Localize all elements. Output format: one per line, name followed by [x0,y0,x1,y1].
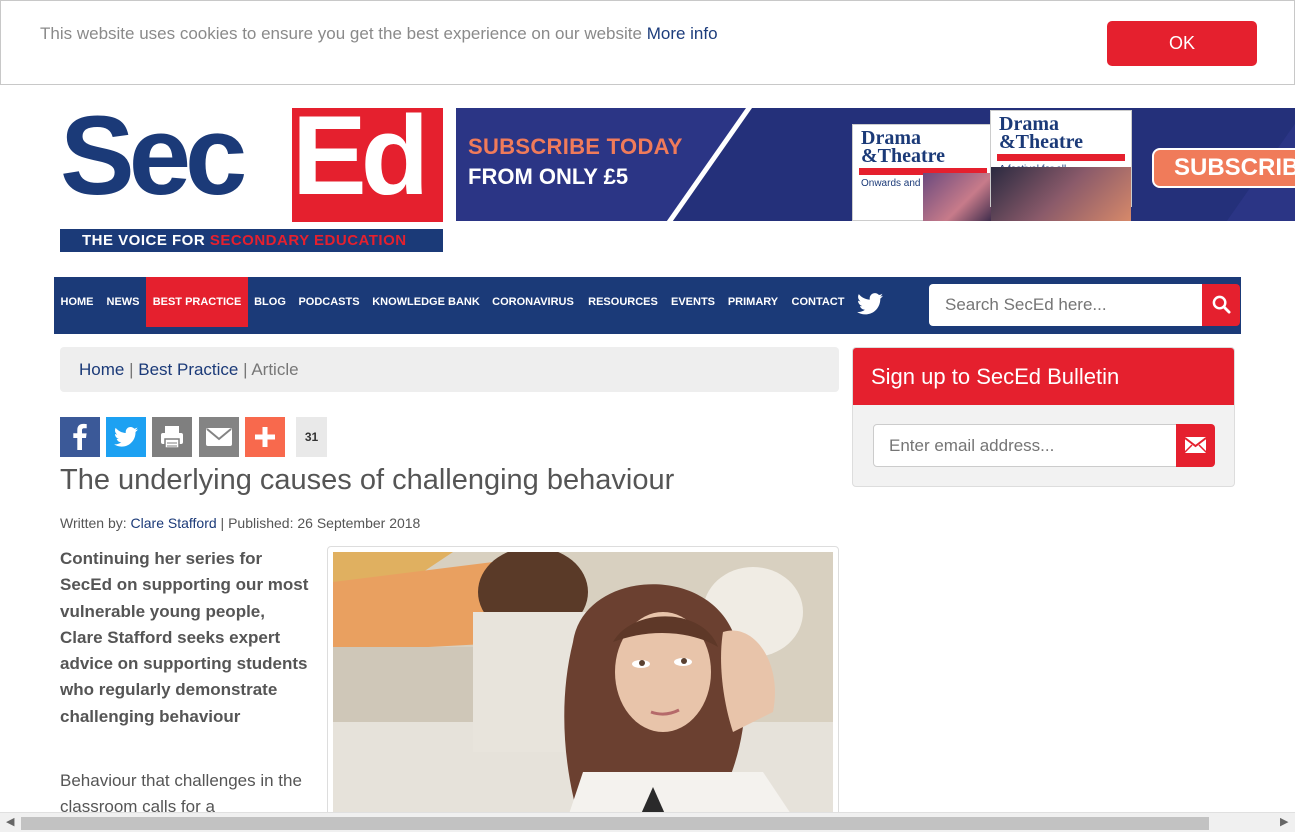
banner-headline: SUBSCRIBE TODAY [468,134,683,159]
breadcrumb-separator: | [238,360,252,379]
author-link[interactable]: Clare Stafford [131,515,217,531]
nav-item-contact[interactable]: CONTACT [786,277,850,327]
logo-tagline-a: THE VOICE FOR [82,232,210,249]
breadcrumb-section-link[interactable]: Best Practice [138,360,238,379]
cookie-message: This website uses cookies to ensure you … [40,24,718,44]
nav-item-home[interactable]: HOME [54,277,100,327]
subscribe-banner-ad[interactable]: SUBSCRIBE TODAY FROM ONLY £5 Drama &Theat… [456,108,1295,221]
logo-tagline: THE VOICE FOR SECONDARY EDUCATION [60,229,443,252]
article-title: The underlying causes of challenging beh… [60,464,675,496]
logo-sec-text: Sec [60,93,247,218]
banner-subheadline: FROM ONLY £5 [468,164,629,189]
nav-item-knowledge-bank[interactable]: KNOWLEDGE BANK [366,277,486,327]
share-count: 31 [296,417,327,457]
article-byline: Written by: Clare Stafford | Published: … [60,515,420,531]
magazine-title-line2: &Theatre [861,145,946,167]
share-twitter-button[interactable] [106,417,146,457]
facebook-icon [73,423,87,450]
share-print-button[interactable] [152,417,192,457]
scrollbar-thumb[interactable] [21,817,1209,830]
magazine-title: Drama &Theatre [991,111,1131,153]
cookie-banner: This website uses cookies to ensure you … [0,0,1295,85]
nav-item-blog[interactable]: BLOG [248,277,292,327]
magazine-cover-1: Drama &Theatre Onwards and upwards [852,124,994,221]
email-input[interactable] [873,424,1177,467]
breadcrumb: Home | Best Practice | Article [60,347,839,392]
student-photo [333,552,833,832]
byline-label: Written by: [60,515,131,531]
scroll-right-arrow-icon[interactable]: ▶ [1280,815,1288,828]
magazine-photo [923,173,993,221]
magazine-title: Drama &Theatre [853,125,993,167]
share-more-button[interactable] [245,417,285,457]
main-navigation: HOME NEWS BEST PRACTICE BLOG PODCASTS KN… [54,277,1241,334]
twitter-icon[interactable] [857,293,883,320]
nav-item-news[interactable]: NEWS [100,277,146,327]
search-button[interactable] [1202,284,1240,326]
breadcrumb-separator: | [124,360,139,379]
magazine-strip [997,154,1125,161]
nav-item-best-practice[interactable]: BEST PRACTICE [146,277,248,327]
newsletter-signup: Sign up to SecEd Bulletin [852,347,1235,487]
plus-icon [255,427,275,447]
nav-item-coronavirus[interactable]: CORONAVIRUS [486,277,580,327]
article-image [333,552,833,832]
logo-tagline-b: SECONDARY EDUCATION [209,232,407,249]
envelope-icon [1185,437,1206,453]
signup-submit-button[interactable] [1176,424,1215,467]
breadcrumb-home-link[interactable]: Home [79,360,124,379]
share-email-button[interactable] [199,417,239,457]
magazine-cover-2: Drama&Theatre A festival for all [990,110,1132,221]
twitter-icon [114,427,138,447]
banner-subscribe-button[interactable]: SUBSCRIBE [1152,148,1295,188]
seced-logo[interactable]: Sec Ed THE VOICE FOR SECONDARY EDUCATION [60,96,443,253]
publish-date: | Published: 26 September 2018 [216,515,421,531]
article-intro: Continuing her series for SecEd on suppo… [60,549,309,726]
article-image-frame [327,546,839,832]
share-facebook-button[interactable] [60,417,100,457]
cookie-text: This website uses cookies to ensure you … [40,24,642,43]
cookie-more-info-link[interactable]: More info [647,24,718,43]
nav-item-resources[interactable]: RESOURCES [580,277,666,327]
nav-item-primary[interactable]: PRIMARY [720,277,786,327]
signup-heading: Sign up to SecEd Bulletin [853,348,1234,405]
email-icon [206,428,232,446]
nav-item-podcasts[interactable]: PODCASTS [292,277,366,327]
horizontal-scrollbar[interactable]: ◀ ▶ [0,812,1295,832]
logo-ed-text: Ed [292,93,429,218]
scroll-left-arrow-icon[interactable]: ◀ [6,815,14,828]
cookie-ok-button[interactable]: OK [1107,21,1257,66]
magazine-photo [991,167,1131,221]
magazine-title-line2: &Theatre [999,131,1084,153]
print-icon [161,426,183,449]
site-search-input[interactable] [929,284,1202,326]
search-icon [1212,295,1231,314]
breadcrumb-current: Article [251,360,299,379]
nav-item-events[interactable]: EVENTS [666,277,720,327]
